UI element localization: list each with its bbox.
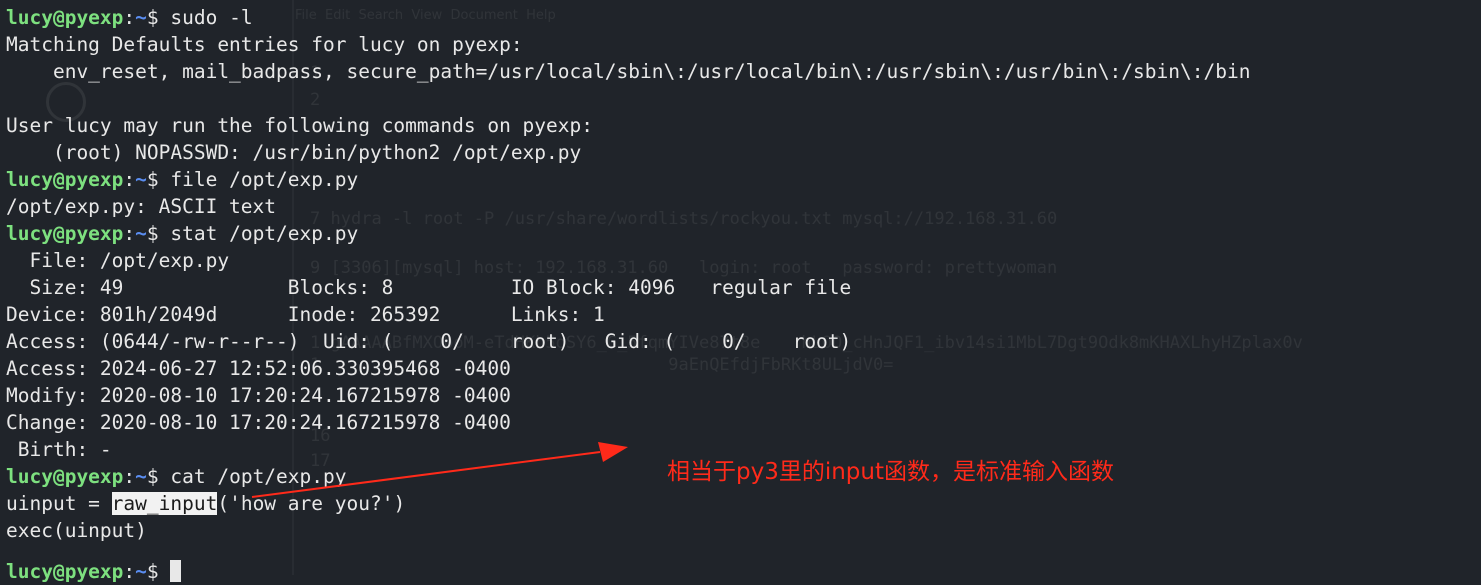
annotation-text: 相当于py3里的input函数，是标准输入函数 xyxy=(667,459,1115,485)
annotation-arrow-icon xyxy=(251,442,628,498)
